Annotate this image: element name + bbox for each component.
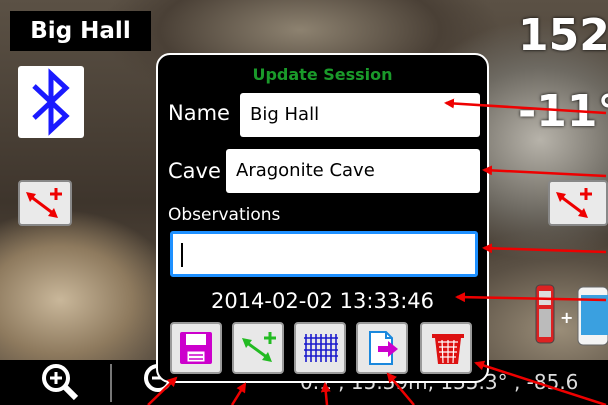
add-shot-button[interactable] xyxy=(232,322,284,374)
cave-field[interactable]: Aragonite Cave xyxy=(226,149,480,193)
readout-second: -11° xyxy=(518,86,608,137)
trash-icon xyxy=(432,334,464,364)
bluetooth-icon xyxy=(32,68,70,136)
svg-text:+: + xyxy=(560,308,573,327)
update-session-dialog: Update Session Name Big Hall Cave Aragon… xyxy=(156,53,489,383)
cave-label: Cave xyxy=(168,159,221,183)
zoom-in-icon[interactable] xyxy=(36,360,86,405)
text-caret xyxy=(181,243,183,267)
location-title: Big Hall xyxy=(10,11,151,51)
save-button[interactable] xyxy=(170,322,222,374)
add-station-button-right[interactable] xyxy=(548,180,608,226)
observations-input[interactable] xyxy=(170,231,478,277)
add-station-icon xyxy=(26,188,62,218)
grid-button[interactable] xyxy=(294,322,346,374)
export-icon xyxy=(369,331,398,365)
add-station-icon xyxy=(556,188,592,218)
device-pairing-icon: + xyxy=(535,284,608,346)
add-station-icon xyxy=(242,332,276,362)
bluetooth-button[interactable] xyxy=(18,66,84,138)
add-station-button-left[interactable] xyxy=(18,180,72,226)
toolbar-divider xyxy=(110,364,112,402)
save-icon xyxy=(180,332,212,364)
delete-button[interactable] xyxy=(420,322,472,374)
grid-icon xyxy=(304,334,338,362)
session-datetime: 2014-02-02 13:33:46 xyxy=(210,289,435,313)
name-field[interactable]: Big Hall xyxy=(240,93,480,137)
name-label: Name xyxy=(168,101,230,125)
dialog-title: Update Session xyxy=(252,65,393,84)
export-button[interactable] xyxy=(356,322,408,374)
readout-top: 152° xyxy=(518,10,608,61)
observations-label: Observations xyxy=(168,205,281,225)
